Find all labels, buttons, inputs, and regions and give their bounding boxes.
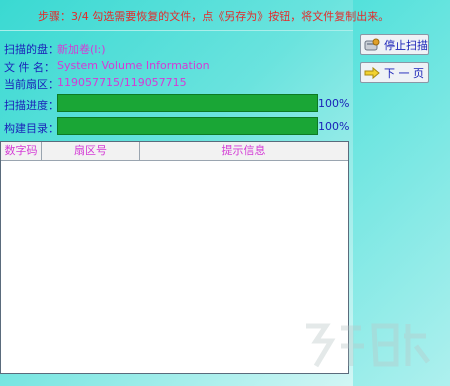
- disk-value: 新加卷(I:): [57, 43, 106, 56]
- divider: [0, 30, 353, 31]
- sector-value: 119057715/119057715: [57, 76, 187, 89]
- watermark-logo: [306, 323, 430, 368]
- scan-progress-label: 扫描进度：: [4, 99, 59, 112]
- stop-scan-label: 停止扫描: [384, 38, 428, 52]
- column-header-sector[interactable]: 扇区号: [42, 142, 140, 160]
- filename-value: System Volume Information: [57, 59, 210, 72]
- next-page-button[interactable]: 下 一 页: [360, 62, 429, 83]
- disk-stop-icon: [364, 38, 380, 52]
- arrow-right-icon: [364, 66, 380, 80]
- step-instruction: 步骤：3/4 勾选需要恢复的文件，点《另存为》按钮，将文件复制出来。: [38, 10, 390, 23]
- filename-label: 文 件 名：: [4, 61, 55, 74]
- column-header-info[interactable]: 提示信息: [140, 142, 347, 160]
- scan-progress-percent: 100%: [318, 97, 350, 110]
- build-dir-progress-bar: [57, 117, 318, 135]
- stop-scan-button[interactable]: 停止扫描: [360, 34, 429, 55]
- disk-label: 扫描的盘：: [4, 43, 59, 56]
- build-dir-label: 构建目录：: [4, 122, 59, 135]
- sector-label: 当前扇区：: [4, 78, 59, 91]
- next-page-label: 下 一 页: [384, 66, 424, 80]
- build-dir-percent: 100%: [318, 120, 350, 133]
- scan-progress-bar: [57, 94, 318, 112]
- table-header: 数字码 扇区号 提示信息: [1, 142, 348, 161]
- column-header-code[interactable]: 数字码: [1, 142, 42, 160]
